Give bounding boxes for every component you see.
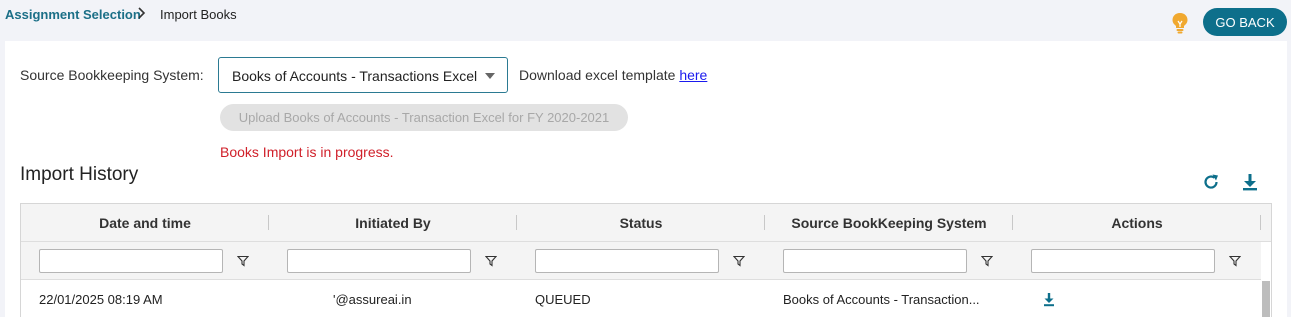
column-header-source[interactable]: Source BookKeeping System bbox=[765, 215, 1013, 231]
filter-icon[interactable] bbox=[485, 255, 497, 267]
breadcrumb-current: Import Books bbox=[160, 7, 237, 22]
table-row: 22/01/2025 08:19 AM '@assureai.in QUEUED… bbox=[21, 281, 1261, 317]
download-template-label: Download excel template bbox=[519, 67, 676, 83]
chevron-right-icon bbox=[138, 7, 146, 19]
top-bar: Assignment Selection Import Books GO BAC… bbox=[0, 0, 1291, 40]
import-progress-message: Books Import is in progress. bbox=[220, 144, 394, 160]
filter-icon[interactable] bbox=[237, 255, 249, 267]
filter-source-input[interactable] bbox=[783, 249, 967, 273]
source-system-select[interactable]: Books of Accounts - Transactions Excel bbox=[218, 57, 508, 93]
filter-icon[interactable] bbox=[1229, 255, 1241, 267]
import-history-title: Import History bbox=[20, 164, 139, 185]
filter-initiated-by-input[interactable] bbox=[287, 249, 471, 273]
cell-status: QUEUED bbox=[535, 292, 591, 307]
filter-actions-input[interactable] bbox=[1031, 249, 1215, 273]
column-resize-handle[interactable] bbox=[1260, 215, 1261, 230]
filter-date-time-input[interactable] bbox=[39, 249, 223, 273]
filter-status-input[interactable] bbox=[535, 249, 719, 273]
download-template-link[interactable]: here bbox=[679, 67, 707, 83]
filter-icon[interactable] bbox=[981, 255, 993, 267]
breadcrumb-assignment-selection[interactable]: Assignment Selection bbox=[5, 7, 141, 22]
import-history-grid: Date and time Initiated By Status Source… bbox=[20, 203, 1272, 317]
grid-scrollbar[interactable] bbox=[1262, 281, 1270, 317]
cell-date-time: 22/01/2025 08:19 AM bbox=[39, 292, 163, 307]
go-back-button[interactable]: GO BACK bbox=[1203, 8, 1287, 36]
lightbulb-icon[interactable] bbox=[1170, 12, 1190, 34]
source-system-label: Source Bookkeeping System: bbox=[20, 67, 204, 83]
grid-header-row: Date and time Initiated By Status Source… bbox=[21, 204, 1271, 242]
download-icon[interactable] bbox=[1042, 292, 1056, 307]
column-header-date-time[interactable]: Date and time bbox=[21, 215, 269, 231]
upload-excel-button[interactable]: Upload Books of Accounts - Transaction E… bbox=[220, 104, 628, 131]
cell-source: Books of Accounts - Transaction... bbox=[783, 292, 980, 307]
download-icon[interactable] bbox=[1240, 172, 1260, 192]
column-header-initiated-by[interactable]: Initiated By bbox=[269, 215, 517, 231]
column-header-actions[interactable]: Actions bbox=[1013, 215, 1261, 231]
refresh-icon[interactable] bbox=[1201, 172, 1221, 192]
download-template-text: Download excel template here bbox=[519, 67, 707, 83]
cell-initiated-by: '@assureai.in bbox=[333, 292, 412, 307]
filter-icon[interactable] bbox=[733, 255, 745, 267]
grid-filter-row bbox=[21, 242, 1261, 280]
column-header-status[interactable]: Status bbox=[517, 215, 765, 231]
source-system-value: Books of Accounts - Transactions Excel bbox=[232, 68, 478, 84]
caret-down-icon bbox=[485, 73, 495, 79]
